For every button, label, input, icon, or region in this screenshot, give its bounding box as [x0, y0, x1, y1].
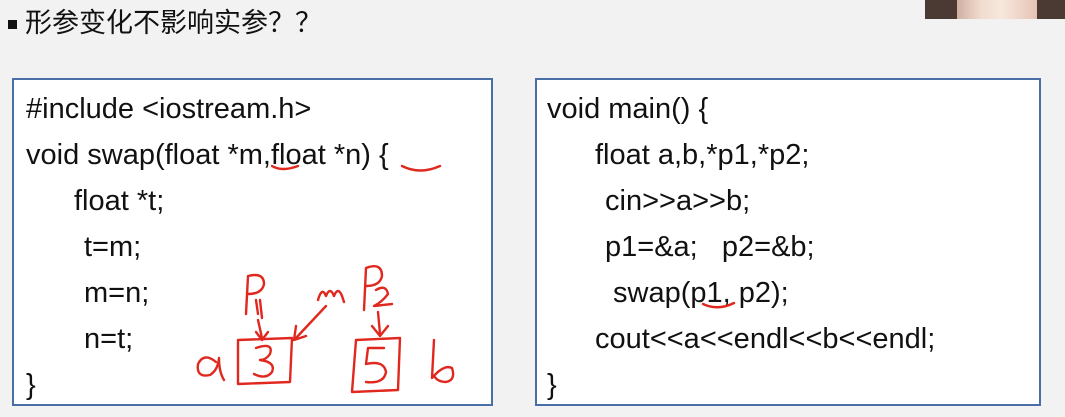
- slide-title: 形参变化不影响实参？？: [25, 8, 322, 39]
- code-line: m=n;: [84, 277, 150, 309]
- code-line: cout<<a<<endl<<b<<endl;: [595, 323, 936, 355]
- code-line: }: [547, 369, 557, 401]
- code-line: float *t;: [74, 185, 165, 217]
- webcam-thumbnail: [925, 0, 1065, 19]
- code-line: #include <iostream.h>: [26, 93, 312, 125]
- code-line: n=t;: [84, 323, 134, 355]
- main-function-code-box: void main() { float a,b,*p1,*p2; cin>>a>…: [535, 78, 1041, 406]
- code-line: cin>>a>>b;: [605, 185, 751, 217]
- code-line: t=m;: [84, 231, 142, 263]
- webcam-hair-left: [925, 0, 957, 19]
- code-line: p1=&a; p2=&b;: [605, 231, 815, 263]
- code-line: swap(p1, p2);: [613, 277, 789, 309]
- code-line: void swap(float *m,float *n) {: [26, 139, 389, 171]
- bullet-icon: [8, 19, 17, 29]
- code-line: }: [26, 369, 36, 401]
- code-line: void main() {: [547, 93, 709, 125]
- swap-function-code-box: #include <iostream.h> void swap(float *m…: [12, 78, 493, 406]
- slide-heading: 形参变化不影响实参？？: [8, 6, 322, 42]
- code-line: float a,b,*p1,*p2;: [595, 139, 810, 171]
- webcam-hair-right: [1037, 0, 1065, 19]
